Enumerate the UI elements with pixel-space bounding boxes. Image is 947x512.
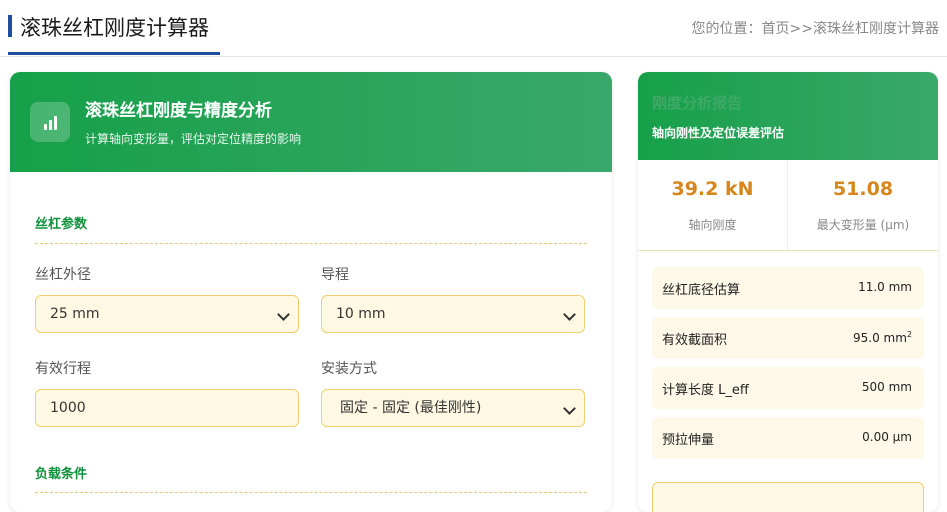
report-header: 刚度分析报告 轴向刚性及定位误差评估 — [638, 72, 938, 160]
report-title: 刚度分析报告 — [652, 94, 743, 112]
chevron-down-icon — [563, 308, 576, 321]
breadcrumb-prefix: 您的位置： — [691, 21, 762, 37]
stroke-input[interactable]: 1000 — [35, 389, 299, 427]
diameter-select[interactable]: 25 mm — [35, 295, 299, 333]
report-panel: 刚度分析报告 轴向刚性及定位误差评估 39.2 kN 轴向刚度 51.08 最大… — [638, 72, 938, 512]
result-key: 计算长度 L_eff — [662, 383, 749, 398]
metric-axial-stiffness: 39.2 kN 轴向刚度 — [638, 160, 787, 250]
section-divider — [35, 492, 587, 493]
stroke-value: 1000 — [50, 400, 86, 416]
mount-value: 固定 - 固定 (最佳刚性) — [340, 400, 482, 416]
title-accent-bar — [8, 15, 12, 37]
metric-label: 轴向刚度 — [688, 218, 737, 232]
mount-label: 安装方式 — [321, 361, 377, 377]
page-header: 滚珠丝杠刚度计算器 您的位置：首页>>滚珠丝杠刚度计算器 — [0, 0, 947, 57]
result-row: 预拉伸量 0.00 μm — [652, 417, 924, 459]
calculator-panel: 滚珠丝杠刚度与精度分析 计算轴向变形量，评估对定位精度的影响 丝杠参数 丝杠外径… — [10, 72, 612, 512]
diameter-value: 25 mm — [50, 306, 100, 322]
breadcrumb-separator: >> — [789, 21, 813, 37]
diameter-label: 丝杠外径 — [35, 267, 91, 283]
bar-chart-icon — [30, 102, 70, 142]
panel-subtitle: 计算轴向变形量，评估对定位精度的影响 — [85, 132, 302, 146]
breadcrumb-current: 滚珠丝杠刚度计算器 — [813, 21, 939, 37]
lead-label: 导程 — [321, 267, 349, 283]
result-value: 500 mm — [861, 380, 912, 394]
breadcrumb: 您的位置：首页>>滚珠丝杠刚度计算器 — [692, 18, 939, 38]
chevron-down-icon — [277, 308, 290, 321]
result-key: 预拉伸量 — [662, 433, 715, 448]
result-row: 丝杠底径估算 11.0 mm — [652, 267, 924, 309]
result-key: 丝杠底径估算 — [662, 283, 741, 298]
panel-header: 滚珠丝杠刚度与精度分析 计算轴向变形量，评估对定位精度的影响 — [10, 72, 612, 172]
lead-select[interactable]: 10 mm — [321, 295, 585, 333]
result-row: 计算长度 L_eff 500 mm — [652, 367, 924, 409]
metric-max-deflection: 51.08 最大变形量 (μm) — [788, 160, 938, 250]
report-note-box — [652, 482, 924, 512]
metrics-divider — [638, 250, 938, 251]
section-divider — [35, 243, 587, 244]
chevron-down-icon — [563, 402, 576, 415]
breadcrumb-home-link[interactable]: 首页 — [762, 21, 790, 37]
section-title-load: 负载条件 — [35, 467, 88, 482]
mount-select[interactable]: 固定 - 固定 (最佳刚性) — [321, 389, 585, 427]
result-value-area: 95.0 mm2 — [852, 330, 912, 345]
result-value: 0.00 μm — [862, 430, 912, 444]
result-value: 11.0 mm — [858, 280, 912, 294]
section-title-screw-params: 丝杠参数 — [35, 217, 88, 232]
report-subtitle: 轴向刚性及定位误差评估 — [652, 126, 785, 140]
result-key: 有效截面积 — [662, 333, 728, 348]
stroke-label: 有效行程 — [35, 361, 91, 377]
result-row: 有效截面积 95.0 mm2 — [652, 317, 924, 359]
metric-label: 最大变形量 (μm) — [816, 218, 910, 232]
page-title: 滚珠丝杠刚度计算器 — [20, 16, 209, 40]
metric-value: 39.2 kN — [671, 178, 754, 200]
panel-title: 滚珠丝杠刚度与精度分析 — [85, 101, 272, 121]
lead-value: 10 mm — [336, 306, 386, 322]
metric-value: 51.08 — [832, 178, 894, 200]
title-underline — [8, 52, 220, 55]
